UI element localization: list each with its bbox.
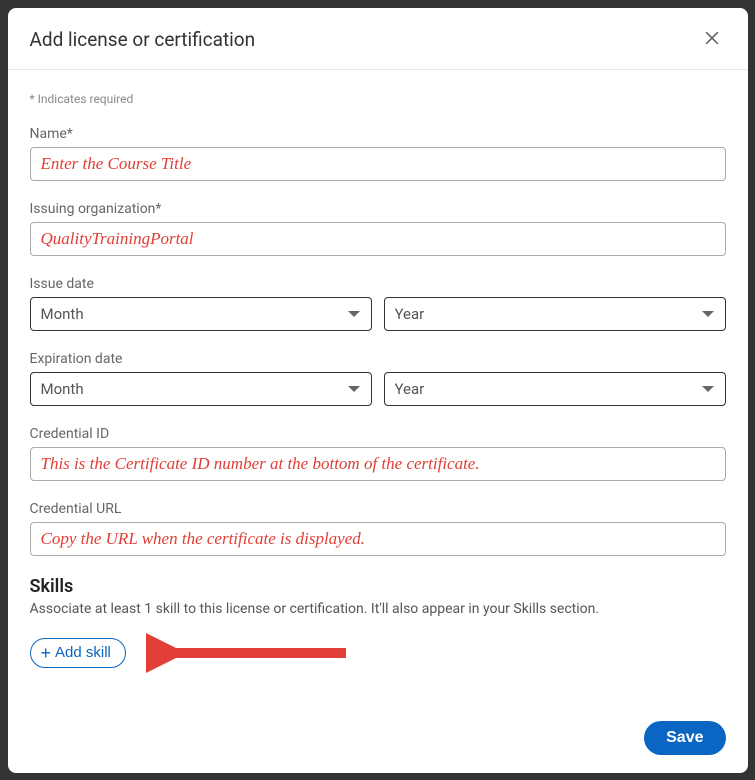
credential-url-field: Credential URL [30,501,726,556]
expiration-year-wrap: Year [384,372,726,406]
modal-body: * Indicates required Name* Issuing organ… [8,70,748,705]
save-button[interactable]: Save [644,721,725,755]
expiration-month-wrap: Month [30,372,372,406]
credential-url-label: Credential URL [30,501,726,517]
modal-footer: Save [8,705,748,773]
issuing-organization-field: Issuing organization* [30,201,726,256]
issue-month-wrap: Month [30,297,372,331]
expiration-date-label: Expiration date [30,351,726,367]
skills-heading: Skills [30,576,726,597]
name-input[interactable] [30,147,726,181]
close-icon [702,28,722,51]
issue-month-select[interactable]: Month [30,297,372,331]
modal-header: Add license or certification [8,8,748,70]
arrow-annotation-icon [146,633,356,673]
issue-date-label: Issue date [30,276,726,292]
credential-id-input[interactable] [30,447,726,481]
name-label: Name* [30,126,726,142]
expiration-year-select[interactable]: Year [384,372,726,406]
required-indicator-note: * Indicates required [30,92,726,106]
issue-date-field: Issue date Month Year [30,276,726,331]
credential-id-label: Credential ID [30,426,726,442]
name-field: Name* [30,126,726,181]
issuing-organization-input[interactable] [30,222,726,256]
close-button[interactable] [698,24,726,55]
add-skill-label: Add skill [55,644,111,661]
expiration-date-field: Expiration date Month Year [30,351,726,406]
add-certification-modal: Add license or certification * Indicates… [8,8,748,773]
plus-icon: + [41,644,52,662]
issuing-organization-label: Issuing organization* [30,201,726,217]
add-skill-button[interactable]: + Add skill [30,638,126,668]
credential-id-field: Credential ID [30,426,726,481]
issue-year-wrap: Year [384,297,726,331]
expiration-month-select[interactable]: Month [30,372,372,406]
modal-title: Add license or certification [30,28,256,51]
credential-url-input[interactable] [30,522,726,556]
skills-description: Associate at least 1 skill to this licen… [30,601,726,617]
issue-year-select[interactable]: Year [384,297,726,331]
skills-section: Skills Associate at least 1 skill to thi… [30,576,726,673]
